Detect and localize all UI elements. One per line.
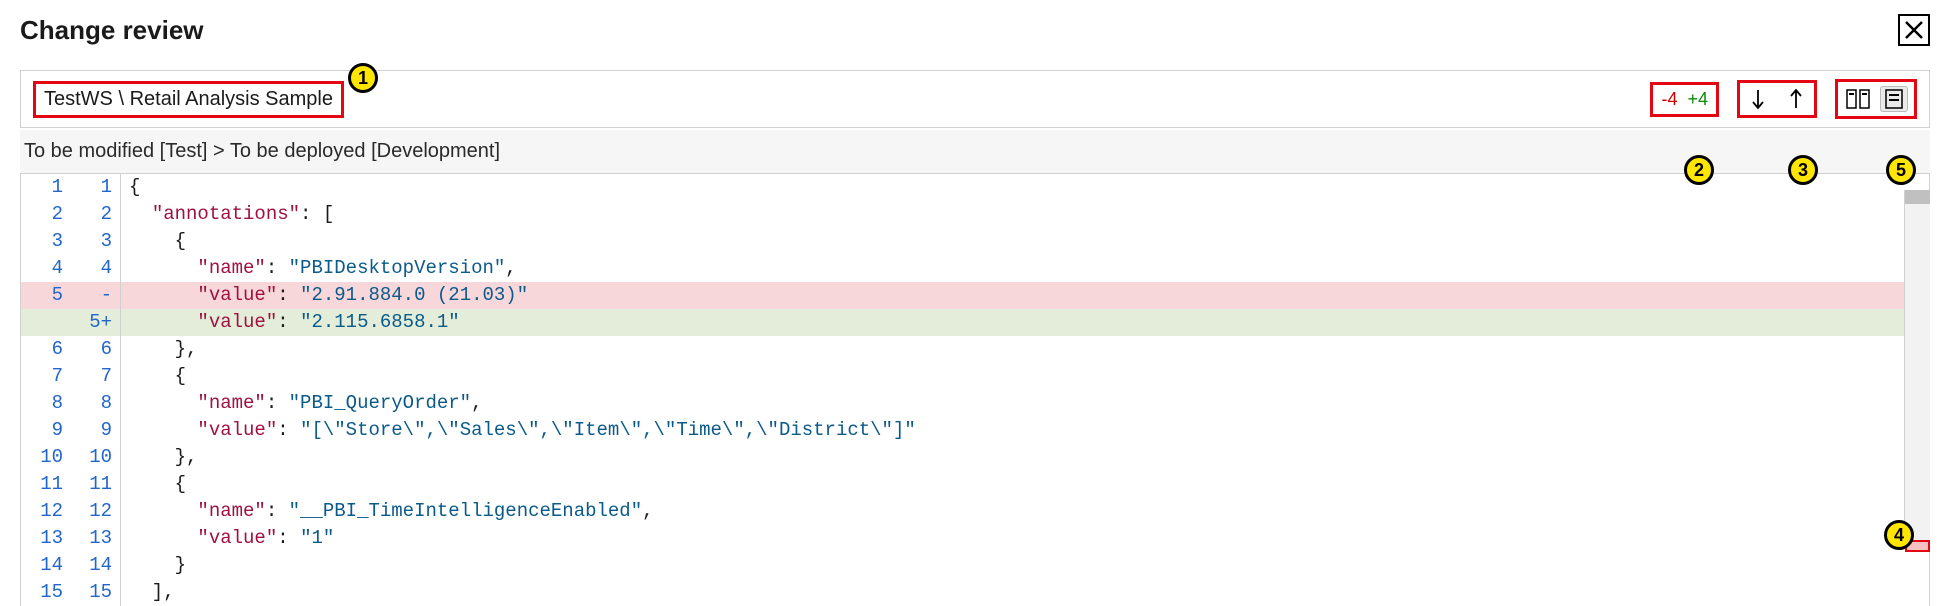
arrow-down-icon <box>1750 88 1766 110</box>
diff-nav <box>1737 80 1817 118</box>
gutter-left: 14 <box>21 552 71 579</box>
diff-line: 1313 "value": "1" <box>21 525 1929 552</box>
gutter-left: 9 <box>21 417 71 444</box>
code-cell: "value": "2.115.6858.1" <box>121 309 1929 336</box>
diff-line: 1515 ], <box>21 579 1929 606</box>
diff-line: 88 "name": "PBI_QueryOrder", <box>21 390 1929 417</box>
gutter-right: 11 <box>71 471 121 498</box>
code-cell: "annotations": [ <box>121 201 1929 228</box>
callout-5: 5 <box>1886 155 1916 185</box>
inline-button[interactable] <box>1880 86 1908 112</box>
callout-4: 4 <box>1884 520 1914 550</box>
callout-1: 1 <box>348 63 378 93</box>
gutter-left: 11 <box>21 471 71 498</box>
code-cell: } <box>121 552 1929 579</box>
gutter-right: - <box>71 282 121 309</box>
gutter-left: 12 <box>21 498 71 525</box>
stat-added: +4 <box>1687 89 1708 110</box>
callout-2: 2 <box>1684 155 1714 185</box>
gutter-left: 13 <box>21 525 71 552</box>
minimap-slider[interactable] <box>1905 190 1930 204</box>
diff-line-removed: 5- "value": "2.91.884.0 (21.03)" <box>21 282 1929 309</box>
gutter-right: 4 <box>71 255 121 282</box>
gutter-right: 5+ <box>71 309 121 336</box>
code-cell: ], <box>121 579 1929 606</box>
gutter-right: 9 <box>71 417 121 444</box>
code-cell: "value": "1" <box>121 525 1929 552</box>
diff-line: 1212 "name": "__PBI_TimeIntelligenceEnab… <box>21 498 1929 525</box>
minimap[interactable] <box>1904 190 1930 546</box>
close-button[interactable] <box>1898 14 1930 46</box>
page-title: Change review <box>20 15 204 46</box>
diff-view[interactable]: 11{22 "annotations": [33 {44 "name": "PB… <box>20 174 1930 606</box>
callout-3: 3 <box>1788 155 1818 185</box>
diff-subheader: To be modified [Test] > To be deployed [… <box>20 130 1930 174</box>
diff-line: 1111 { <box>21 471 1929 498</box>
arrow-up-icon <box>1788 88 1804 110</box>
diff-line: 99 "value": "[\"Store\",\"Sales\",\"Item… <box>21 417 1929 444</box>
code-cell: { <box>121 228 1929 255</box>
gutter-left: 7 <box>21 363 71 390</box>
stat-removed: -4 <box>1661 89 1677 110</box>
diff-stats: -4 +4 <box>1650 82 1719 117</box>
diff-line: 33 { <box>21 228 1929 255</box>
diff-line: 11{ <box>21 174 1929 201</box>
diff-line-added: 5+ "value": "2.115.6858.1" <box>21 309 1929 336</box>
code-cell: "name": "PBI_QueryOrder", <box>121 390 1929 417</box>
gutter-left: 4 <box>21 255 71 282</box>
code-cell: "name": "__PBI_TimeIntelligenceEnabled", <box>121 498 1929 525</box>
side-by-side-icon <box>1846 89 1870 109</box>
next-change-button[interactable] <box>1746 85 1770 113</box>
gutter-right: 8 <box>71 390 121 417</box>
toolbar: TestWS \ Retail Analysis Sample -4 +4 <box>20 70 1930 128</box>
diff-line: 1414 } <box>21 552 1929 579</box>
code-cell: "value": "2.91.884.0 (21.03)" <box>121 282 1929 309</box>
code-cell: "value": "[\"Store\",\"Sales\",\"Item\",… <box>121 417 1929 444</box>
gutter-left: 5 <box>21 282 71 309</box>
gutter-left: 15 <box>21 579 71 606</box>
gutter-right: 10 <box>71 444 121 471</box>
code-cell: }, <box>121 444 1929 471</box>
code-cell: { <box>121 174 1929 201</box>
diff-line: 44 "name": "PBIDesktopVersion", <box>21 255 1929 282</box>
gutter-right: 12 <box>71 498 121 525</box>
side-by-side-button[interactable] <box>1844 86 1872 112</box>
gutter-left: 6 <box>21 336 71 363</box>
gutter-left: 10 <box>21 444 71 471</box>
gutter-right: 13 <box>71 525 121 552</box>
code-cell: "name": "PBIDesktopVersion", <box>121 255 1929 282</box>
code-cell: { <box>121 471 1929 498</box>
diff-line: 77 { <box>21 363 1929 390</box>
close-icon <box>1903 19 1925 41</box>
gutter-left: 8 <box>21 390 71 417</box>
gutter-left: 2 <box>21 201 71 228</box>
diff-line: 22 "annotations": [ <box>21 201 1929 228</box>
gutter-left: 1 <box>21 174 71 201</box>
code-cell: { <box>121 363 1929 390</box>
layout-toggle <box>1835 79 1917 119</box>
diff-line: 66 }, <box>21 336 1929 363</box>
gutter-right: 1 <box>71 174 121 201</box>
gutter-right: 7 <box>71 363 121 390</box>
gutter-right: 3 <box>71 228 121 255</box>
breadcrumb: TestWS \ Retail Analysis Sample <box>33 81 344 118</box>
gutter-left: 3 <box>21 228 71 255</box>
code-cell: }, <box>121 336 1929 363</box>
prev-change-button[interactable] <box>1784 85 1808 113</box>
gutter-right: 14 <box>71 552 121 579</box>
diff-line: 1010 }, <box>21 444 1929 471</box>
gutter-right: 6 <box>71 336 121 363</box>
gutter-right: 15 <box>71 579 121 606</box>
gutter-left <box>21 309 71 336</box>
gutter-right: 2 <box>71 201 121 228</box>
inline-icon <box>1885 89 1903 109</box>
